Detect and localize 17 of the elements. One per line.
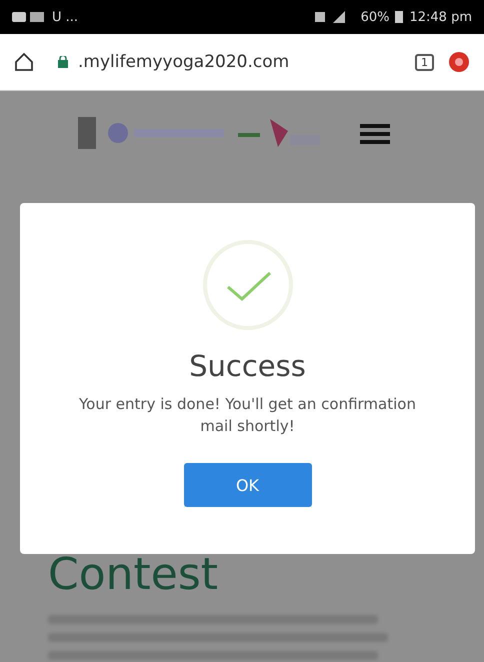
address-field[interactable]: .mylifemyyoga2020.com (48, 42, 401, 82)
dialog-title: Success (189, 349, 306, 383)
page-heading: Contest (47, 555, 220, 595)
status-text: U ... (52, 10, 78, 24)
ok-button[interactable]: OK (184, 463, 312, 507)
dialog-message: Your entry is done! You'll get an confirmation mail shortly! (78, 394, 417, 437)
home-icon[interactable] (14, 52, 34, 72)
battery-icon (395, 10, 404, 24)
tabs-button[interactable]: 1 (415, 54, 434, 70)
menu-icon[interactable] (360, 122, 390, 146)
notification-icon (12, 11, 46, 23)
url-text: .mylifemyyoga2020.com (78, 52, 290, 72)
browser-logo-icon[interactable] (448, 51, 470, 73)
clock: 12:48 pm (409, 10, 472, 24)
lock-icon (58, 56, 68, 68)
check-icon (202, 239, 294, 331)
battery-level: 60% (360, 10, 390, 24)
